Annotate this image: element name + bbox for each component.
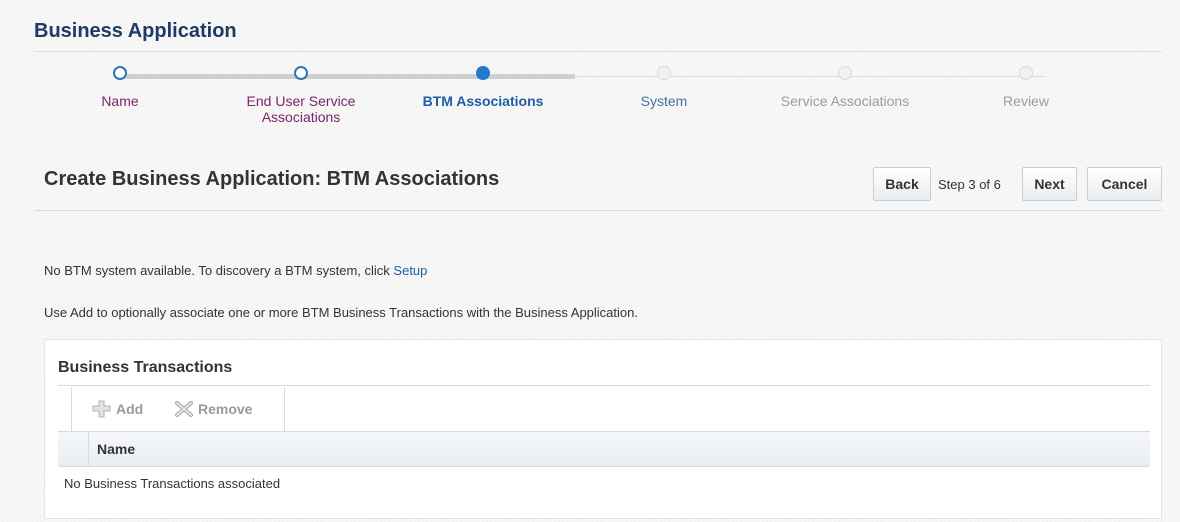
train-stop-end-user-service-associations[interactable] bbox=[294, 66, 308, 80]
back-button[interactable]: Back bbox=[873, 167, 931, 201]
next-button[interactable]: Next bbox=[1022, 167, 1077, 201]
train-label-btm-associations: BTM Associations bbox=[422, 93, 544, 109]
no-btm-text: No BTM system available. To discovery a … bbox=[44, 263, 394, 278]
train-line-completed bbox=[120, 74, 575, 79]
train-stop-review bbox=[1019, 66, 1033, 80]
train-label-system[interactable]: System bbox=[584, 93, 744, 109]
remove-label: Remove bbox=[198, 401, 253, 417]
train-label-review: Review bbox=[1003, 93, 1049, 109]
train-stop-name[interactable] bbox=[113, 66, 127, 80]
page-title: Create Business Application: BTM Associa… bbox=[44, 168, 500, 190]
table-toolbar: Add Remove bbox=[71, 387, 285, 431]
train-label-name[interactable]: Name bbox=[40, 93, 200, 109]
panel-title: Business Transactions bbox=[58, 359, 233, 376]
title-divider bbox=[34, 51, 1162, 52]
train-line-remaining bbox=[575, 76, 1045, 77]
train-stop-system[interactable] bbox=[657, 66, 671, 80]
step-indicator: Step 3 of 6 bbox=[938, 177, 1001, 192]
row-selector-header bbox=[58, 432, 89, 466]
cancel-button[interactable]: Cancel bbox=[1087, 167, 1162, 201]
header-divider bbox=[34, 210, 1162, 211]
train-label-end-user-service-associations[interactable]: End User Service Associations bbox=[228, 93, 374, 125]
train-stop-btm-associations bbox=[476, 66, 490, 80]
train-label-service-associations: Service Associations bbox=[780, 93, 910, 109]
business-transactions-table: Name No Business Transactions associated bbox=[58, 431, 1150, 522]
add-label: Add bbox=[116, 401, 144, 417]
empty-table-message: No Business Transactions associated bbox=[64, 476, 281, 491]
train-stop-service-associations bbox=[838, 66, 852, 80]
business-transactions-panel: Business Transactions Add Remove Name No… bbox=[44, 339, 1162, 519]
app-title: Business Application bbox=[34, 20, 237, 42]
remove-button[interactable]: Remove bbox=[174, 400, 252, 418]
no-btm-message: No BTM system available. To discovery a … bbox=[44, 263, 427, 278]
add-icon bbox=[92, 400, 112, 418]
add-button[interactable]: Add bbox=[92, 400, 143, 418]
remove-icon bbox=[174, 400, 194, 418]
table-header: Name bbox=[58, 432, 1150, 467]
column-header-name[interactable]: Name bbox=[97, 441, 135, 457]
panel-divider bbox=[58, 385, 1150, 386]
add-hint-message: Use Add to optionally associate one or m… bbox=[44, 305, 638, 320]
step-train: Name End User Service Associations BTM A… bbox=[40, 62, 1140, 142]
setup-link[interactable]: Setup bbox=[393, 263, 427, 278]
